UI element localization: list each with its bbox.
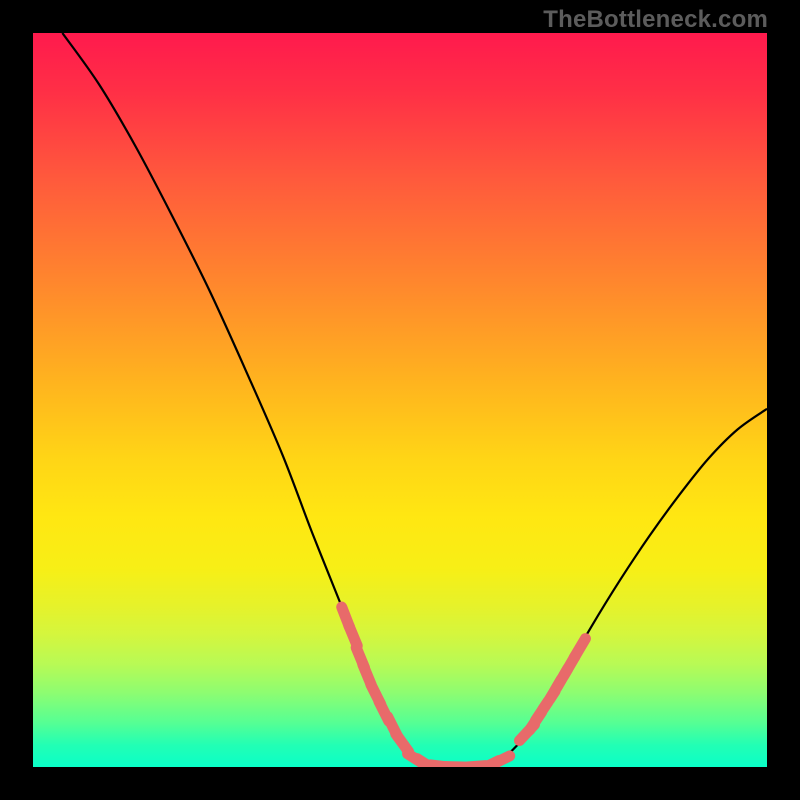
gradient-background	[33, 33, 767, 767]
chart-stage: TheBottleneck.com	[0, 0, 800, 800]
watermark-text: TheBottleneck.com	[543, 6, 768, 34]
